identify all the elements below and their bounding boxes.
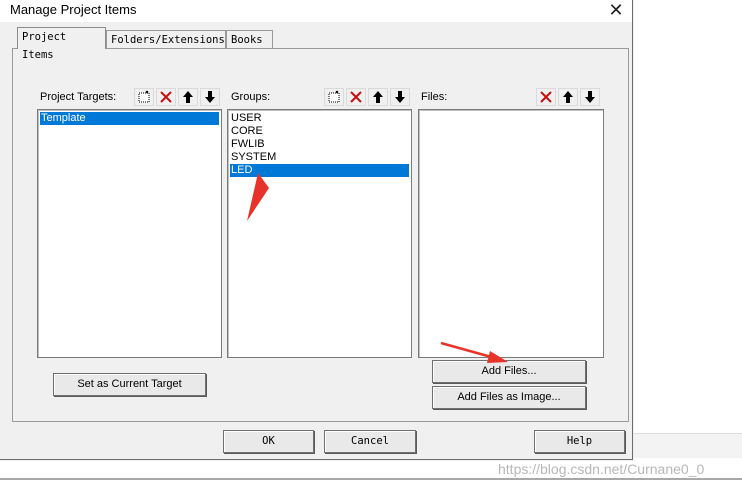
annotation-arrow <box>247 173 269 221</box>
tab-project-items[interactable]: Project Items <box>17 27 106 61</box>
annotation-arrow <box>440 341 508 363</box>
annotation-overlay <box>247 173 508 363</box>
watermark-text: https://blog.csdn.net/Curnane0_0 <box>498 461 705 477</box>
